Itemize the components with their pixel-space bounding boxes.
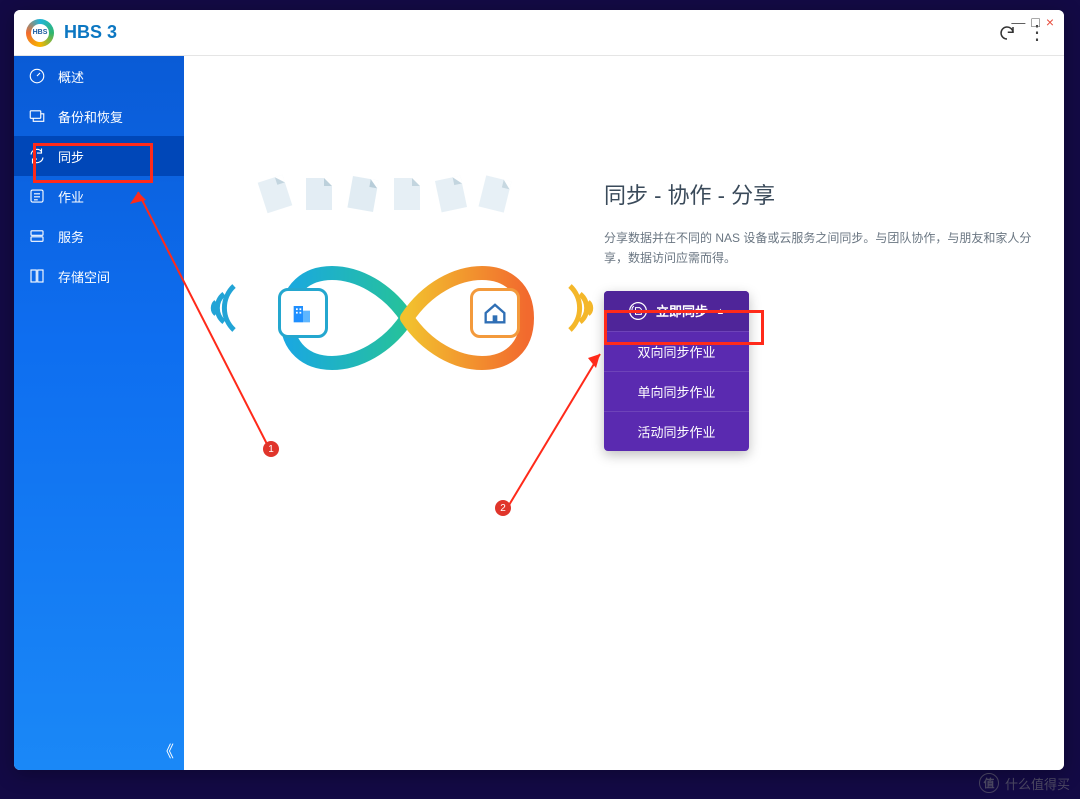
content-text-block: 同步 - 协作 - 分享 分享数据并在不同的 NAS 设备或云服务之间同步。与团…: [604, 178, 1034, 451]
building-node-icon: [278, 288, 328, 338]
sidebar-item-label: 同步: [58, 147, 84, 166]
sidebar-item-sync[interactable]: 同步: [14, 136, 184, 176]
sync-now-menu: 立即同步 ▲ 双向同步作业 单向同步作业 活动同步作业: [604, 291, 749, 451]
sidebar-item-label: 存储空间: [58, 267, 110, 286]
maximize-button[interactable]: □: [1031, 14, 1039, 30]
document-icon: [394, 178, 420, 210]
signal-right-icon: [560, 278, 610, 343]
window-controls: — □ ×: [1007, 10, 1058, 34]
gauge-icon: [28, 67, 46, 85]
menu-item-active-sync[interactable]: 活动同步作业: [604, 411, 749, 451]
menu-item-one-way-sync[interactable]: 单向同步作业: [604, 371, 749, 411]
main-heading: 同步 - 协作 - 分享: [604, 178, 1034, 210]
watermark-text: 什么值得买: [1005, 774, 1070, 793]
watermark: 值 什么值得买: [979, 773, 1070, 793]
menu-item-two-way-sync[interactable]: 双向同步作业: [604, 331, 749, 371]
sidebar: 概述 备份和恢复 同步 作业 服务 存储空间: [14, 56, 184, 770]
document-icon: [258, 175, 293, 213]
app-window: — □ × HBS 3 ⋮ 概述 备份和恢复 同步: [14, 10, 1064, 770]
list-icon: [28, 187, 46, 205]
sidebar-item-label: 备份和恢复: [58, 107, 123, 126]
sidebar-item-backup-restore[interactable]: 备份和恢复: [14, 96, 184, 136]
document-icon: [306, 178, 332, 210]
sidebar-collapse-button[interactable]: 《: [158, 738, 174, 762]
sync-now-button[interactable]: 立即同步 ▲: [604, 291, 749, 331]
sync-now-label: 立即同步: [656, 301, 708, 320]
backup-icon: [28, 107, 46, 125]
sidebar-item-label: 概述: [58, 67, 84, 86]
minimize-button[interactable]: —: [1011, 14, 1025, 30]
main-description: 分享数据并在不同的 NAS 设备或云服务之间同步。与团队协作，与朋友和家人分享，…: [604, 228, 1034, 269]
sync-doc-icon: [628, 301, 648, 321]
floating-docs: [262, 178, 508, 210]
app-title: HBS 3: [64, 22, 117, 43]
sidebar-item-label: 服务: [58, 227, 84, 246]
signal-left-icon: [194, 278, 244, 343]
app-logo-icon: [26, 19, 54, 47]
sidebar-item-jobs[interactable]: 作业: [14, 176, 184, 216]
sidebar-item-overview[interactable]: 概述: [14, 56, 184, 96]
watermark-logo-icon: 值: [979, 773, 999, 793]
document-icon: [347, 176, 378, 212]
server-icon: [28, 227, 46, 245]
document-icon: [435, 176, 467, 213]
caret-up-icon: ▲: [716, 306, 725, 316]
sync-illustration: [202, 178, 592, 408]
home-node-icon: [470, 288, 520, 338]
sidebar-item-services[interactable]: 服务: [14, 216, 184, 256]
storage-icon: [28, 267, 46, 285]
chevron-left-double-icon: 《: [158, 744, 174, 761]
sync-icon: [28, 147, 46, 165]
main-content: 同步 - 协作 - 分享 分享数据并在不同的 NAS 设备或云服务之间同步。与团…: [184, 56, 1064, 770]
sidebar-item-label: 作业: [58, 187, 84, 206]
document-icon: [479, 175, 512, 212]
close-button[interactable]: ×: [1046, 14, 1054, 30]
titlebar: HBS 3 ⋮: [14, 10, 1064, 56]
sidebar-item-storage[interactable]: 存储空间: [14, 256, 184, 296]
